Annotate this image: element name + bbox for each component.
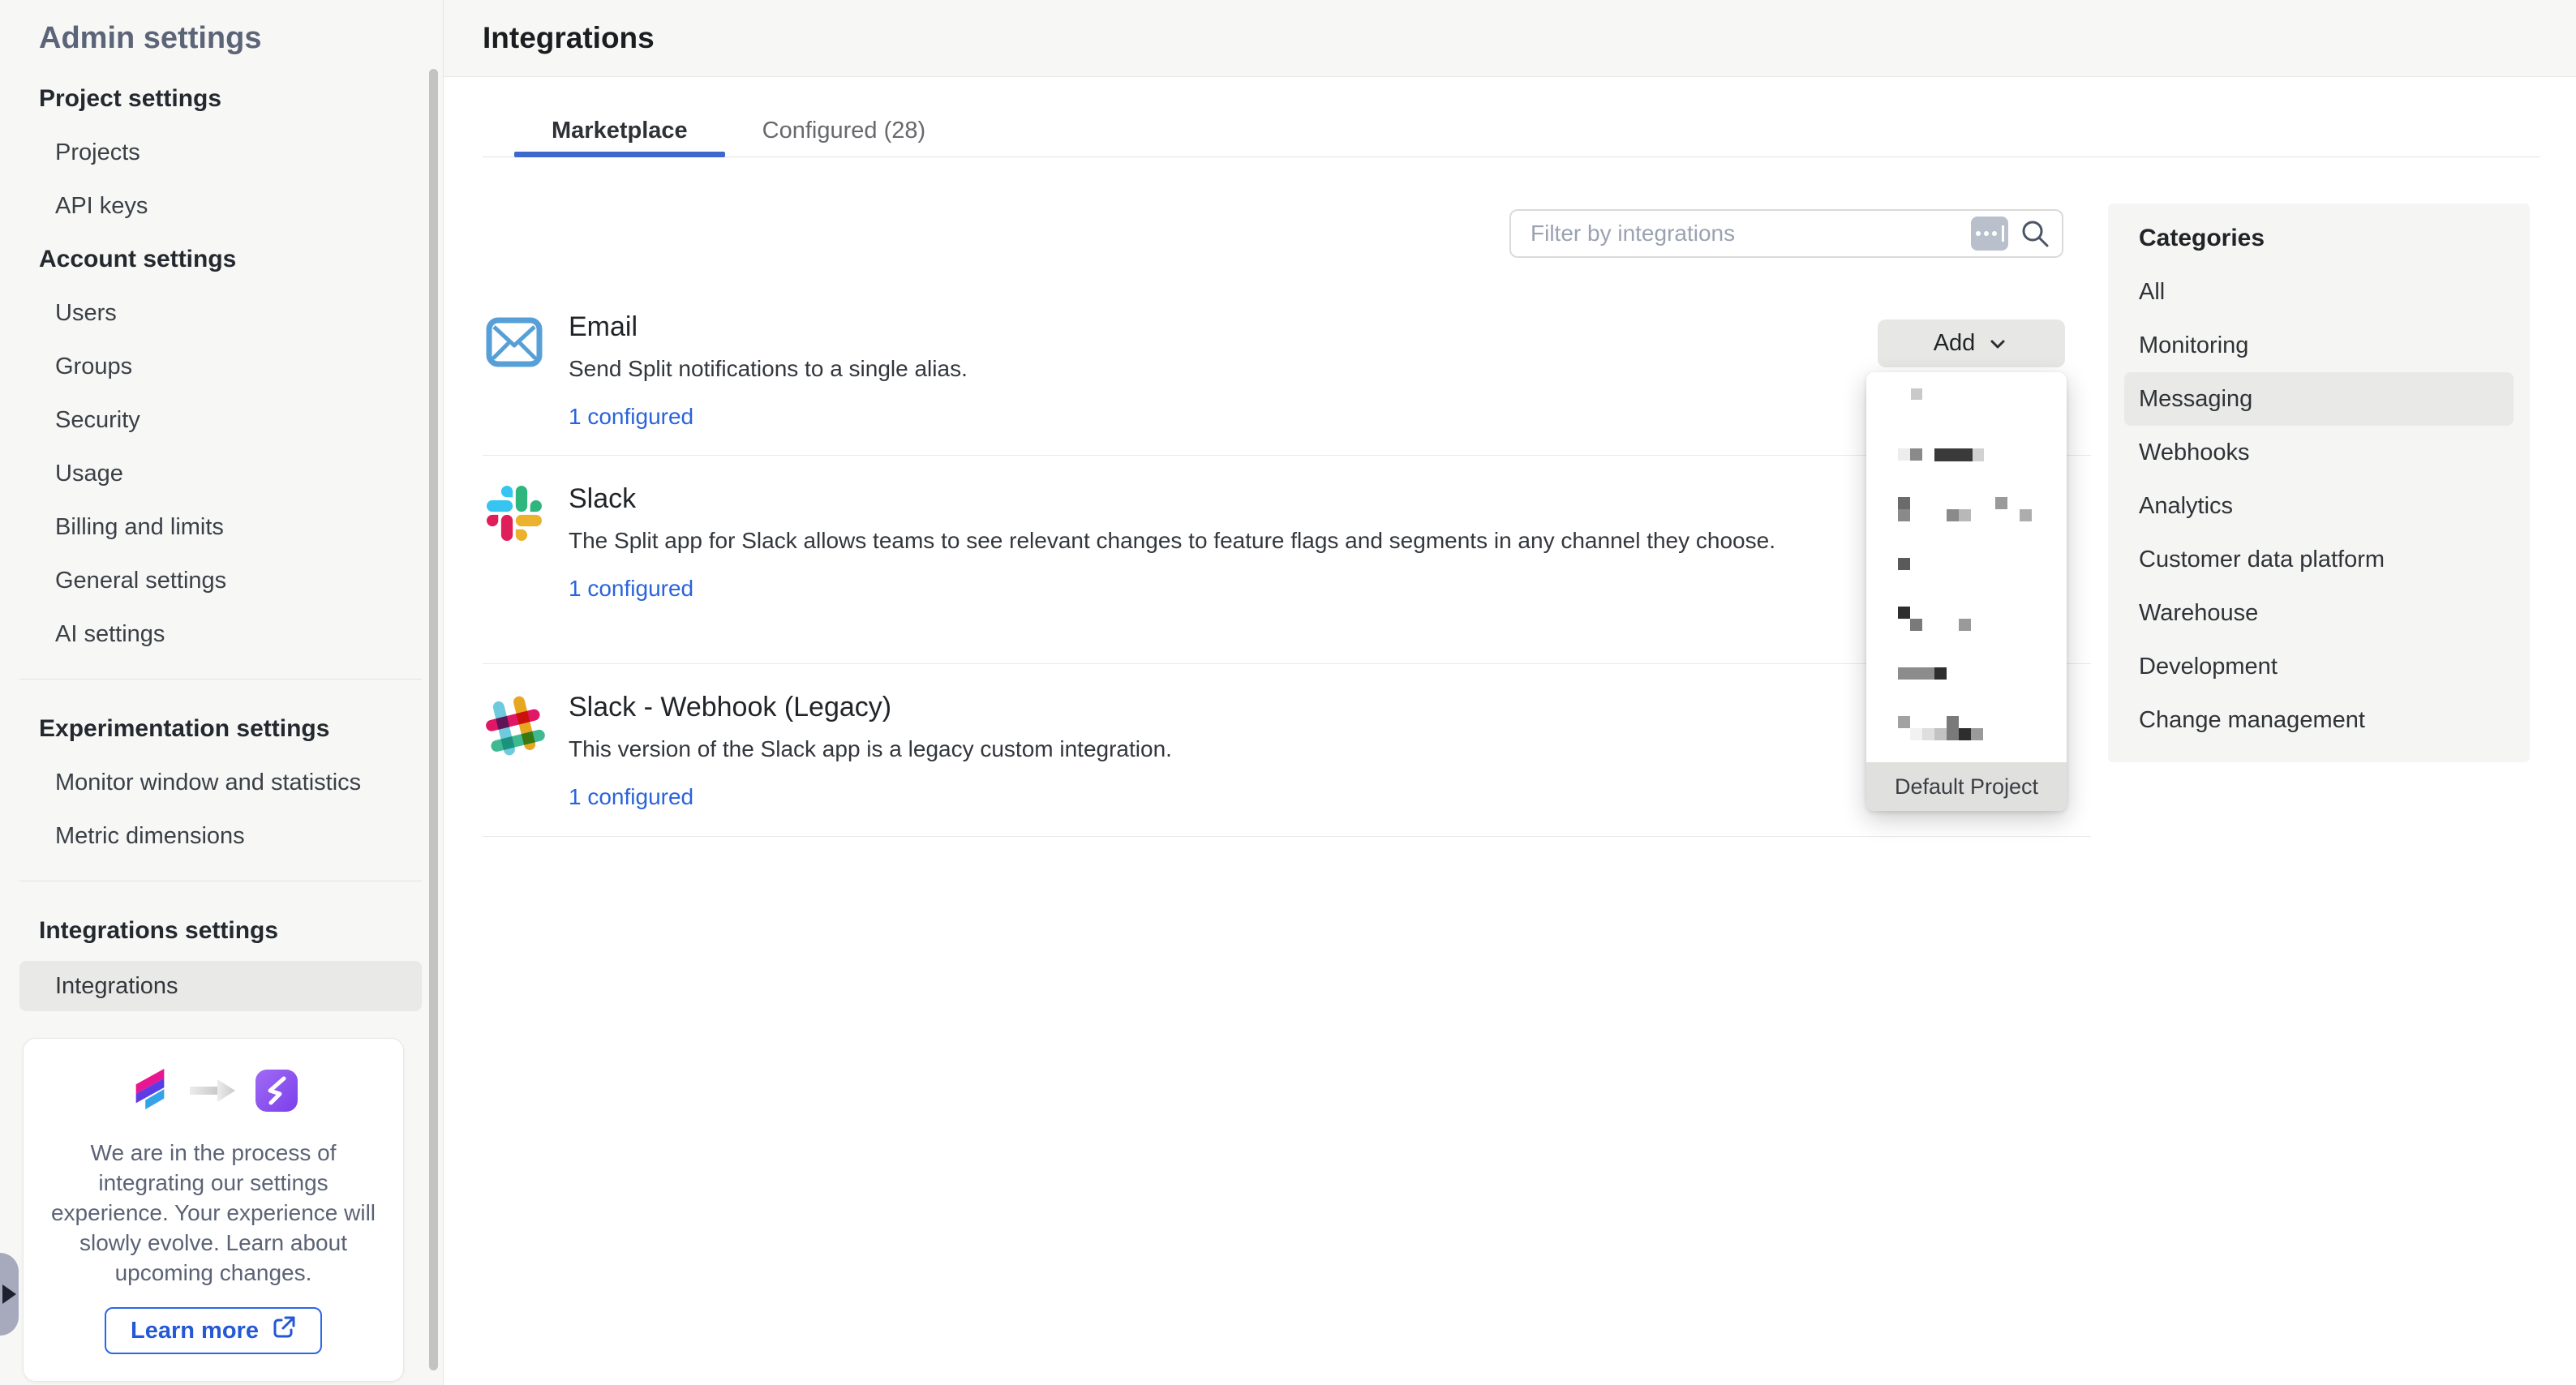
integration-name: Slack - Webhook (Legacy) — [569, 691, 1172, 723]
sidebar-item-security[interactable]: Security — [0, 393, 443, 447]
category-customer-data-platform[interactable]: Customer data platform — [2108, 533, 2530, 586]
migration-logos — [24, 1066, 403, 1118]
new-app-purple-icon — [255, 1069, 298, 1117]
admin-sidebar: Admin settings Project settings Projects… — [0, 0, 444, 1385]
tab-configured[interactable]: Configured (28) — [725, 108, 964, 153]
sidebar-divider — [19, 679, 422, 680]
default-project-menu-item[interactable]: Default Project — [1866, 762, 2067, 811]
category-monitoring[interactable]: Monitoring — [2108, 319, 2530, 372]
add-dropdown-redacted — [1866, 372, 2067, 762]
category-change-management[interactable]: Change management — [2108, 693, 2530, 747]
sidebar-item-usage[interactable]: Usage — [0, 447, 443, 500]
arrow-right-icon — [190, 1078, 237, 1107]
section-header-integrations-settings: Integrations settings — [0, 904, 443, 958]
add-button-label: Add — [1934, 330, 1976, 357]
page-header: Integrations — [444, 0, 2576, 77]
category-analytics[interactable]: Analytics — [2108, 479, 2530, 533]
integration-description: Send Split notifications to a single ali… — [569, 351, 968, 386]
category-messaging[interactable]: Messaging — [2124, 372, 2514, 426]
integration-row-slack: Slack The Split app for Slack allows tea… — [483, 482, 1775, 602]
tab-marketplace[interactable]: Marketplace — [514, 108, 725, 153]
slack-legacy-icon — [483, 691, 546, 810]
command-hint-icon — [1971, 217, 2008, 251]
integration-description: The Split app for Slack allows teams to … — [569, 523, 1775, 558]
row-divider — [483, 836, 2091, 837]
learn-more-label: Learn more — [131, 1318, 259, 1344]
row-divider — [483, 663, 2091, 664]
sidebar-title: Admin settings — [0, 0, 443, 61]
edge-expand-handle[interactable] — [0, 1253, 19, 1336]
section-header-project-settings: Project settings — [0, 72, 443, 126]
main-content: Integrations Marketplace Configured (28) — [444, 0, 2576, 1385]
sidebar-item-general-settings[interactable]: General settings — [0, 554, 443, 607]
categories-title: Categories — [2139, 225, 2530, 252]
configured-link[interactable]: 1 configured — [569, 404, 693, 430]
sidebar-item-groups[interactable]: Groups — [0, 340, 443, 393]
add-button[interactable]: Add — [1878, 319, 2065, 367]
play-arrow-icon — [2, 1284, 16, 1304]
external-link-icon — [272, 1315, 296, 1346]
configured-link[interactable]: 1 configured — [569, 784, 693, 810]
category-webhooks[interactable]: Webhooks — [2108, 426, 2530, 479]
sidebar-item-ai-settings[interactable]: AI settings — [0, 607, 443, 661]
category-all[interactable]: All — [2108, 265, 2530, 319]
integration-description: This version of the Slack app is a legac… — [569, 731, 1172, 766]
sidebar-item-metric-dimensions[interactable]: Metric dimensions — [0, 809, 443, 863]
integration-name: Email — [569, 311, 968, 343]
integration-name: Slack — [569, 482, 1775, 515]
sidebar-item-api-keys[interactable]: API keys — [0, 179, 443, 233]
section-header-experimentation-settings: Experimentation settings — [0, 702, 443, 756]
add-dropdown-menu: Default Project — [1866, 372, 2067, 811]
sidebar-item-projects[interactable]: Projects — [0, 126, 443, 179]
filter-box — [1509, 209, 2063, 258]
page-title: Integrations — [483, 21, 655, 55]
integration-row-email: Email Send Split notifications to a sing… — [483, 311, 968, 430]
search-icon[interactable] — [2020, 218, 2050, 249]
split-logo-icon — [128, 1066, 172, 1120]
sidebar-scrollbar[interactable] — [429, 69, 438, 1370]
slack-icon — [483, 482, 546, 602]
email-icon — [483, 311, 546, 430]
sidebar-item-users[interactable]: Users — [0, 286, 443, 340]
category-warehouse[interactable]: Warehouse — [2108, 586, 2530, 640]
configured-link[interactable]: 1 configured — [569, 576, 693, 602]
tab-bar: Marketplace Configured (28) — [514, 108, 2576, 153]
filter-input[interactable] — [1529, 220, 1971, 247]
sidebar-item-monitor-window[interactable]: Monitor window and statistics — [0, 756, 443, 809]
sidebar-item-billing-and-limits[interactable]: Billing and limits — [0, 500, 443, 554]
chevron-down-icon — [1986, 332, 2009, 355]
category-development[interactable]: Development — [2108, 640, 2530, 693]
categories-panel: Categories All Monitoring Messaging Webh… — [2108, 204, 2530, 762]
settings-migration-notice-card: We are in the process of integrating our… — [23, 1038, 404, 1382]
notice-message: We are in the process of integrating our… — [45, 1138, 381, 1288]
section-header-account-settings: Account settings — [0, 233, 443, 286]
integration-row-slack-webhook-legacy: Slack - Webhook (Legacy) This version of… — [483, 691, 1172, 810]
row-divider — [483, 455, 2091, 456]
sidebar-item-integrations[interactable]: Integrations — [19, 961, 422, 1011]
learn-more-button[interactable]: Learn more — [105, 1307, 322, 1354]
